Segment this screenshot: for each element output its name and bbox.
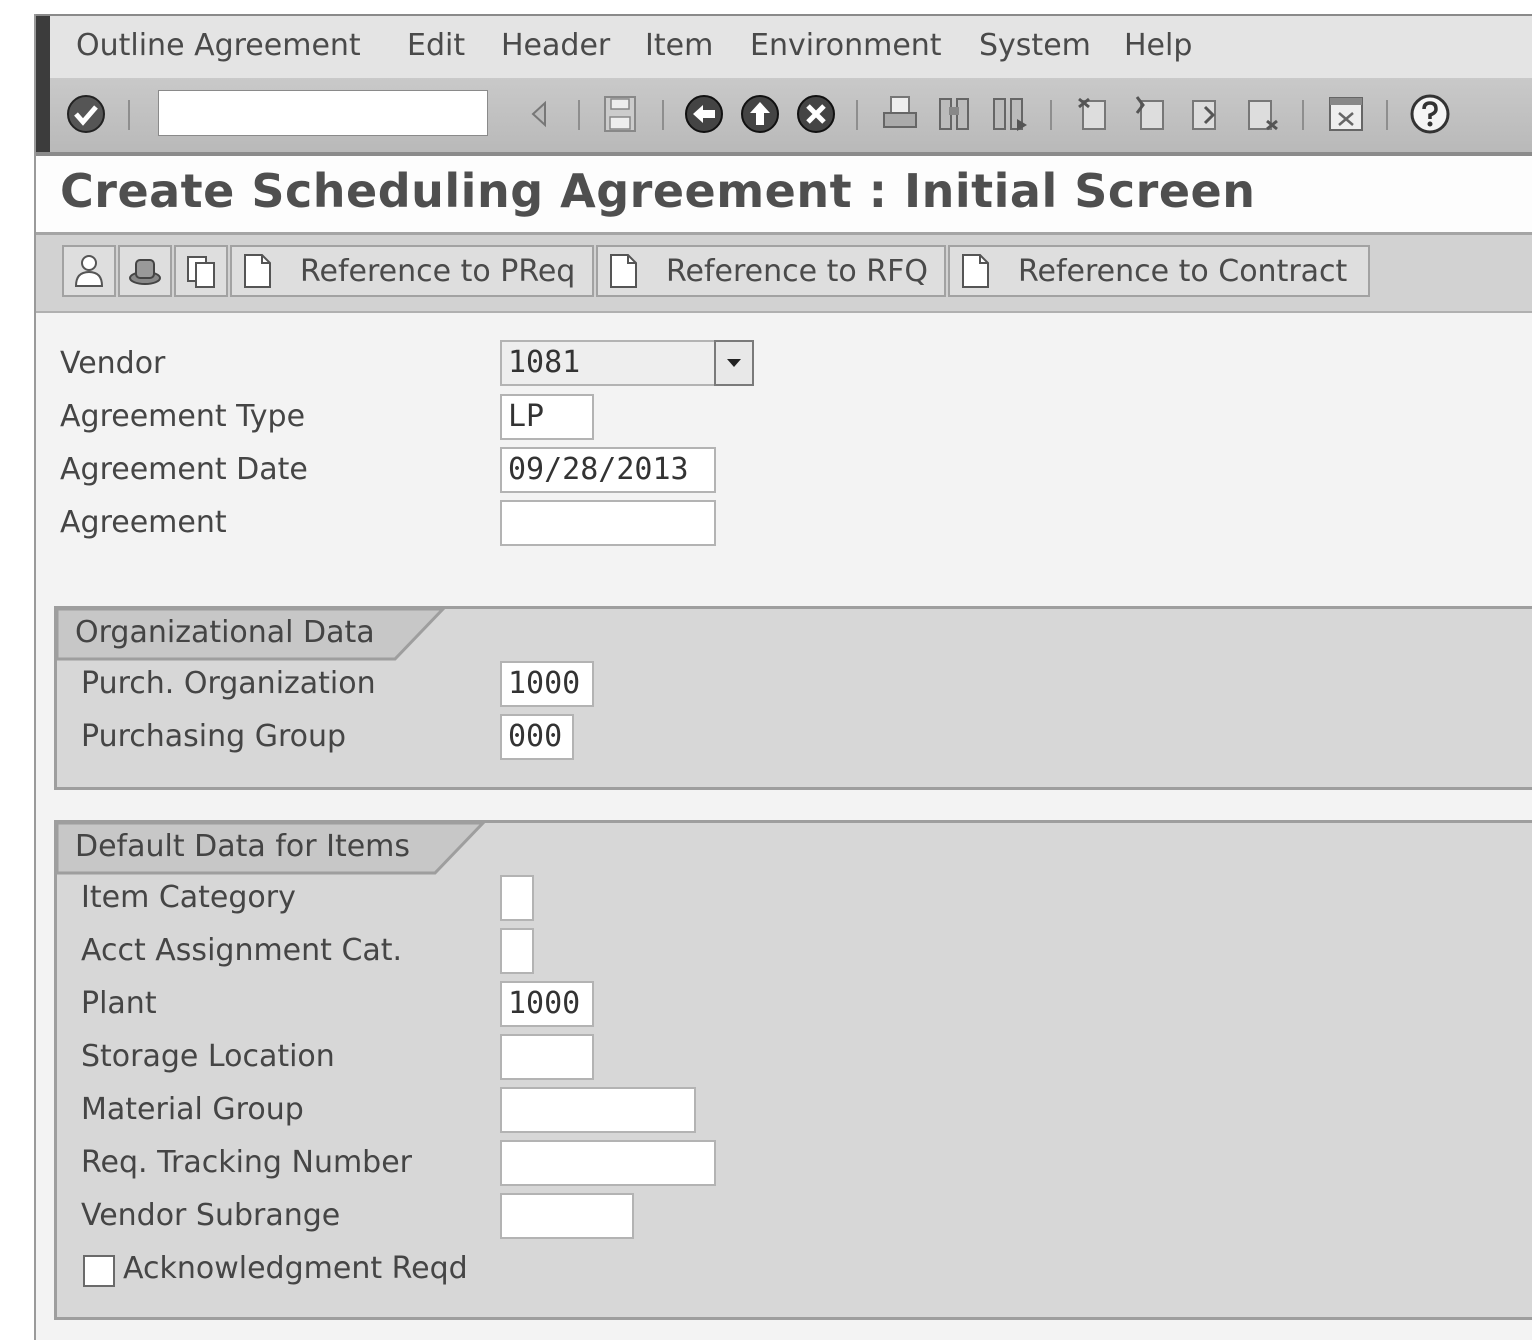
vendor-label: Vendor xyxy=(60,346,166,381)
toolbar-grip xyxy=(36,78,50,152)
copy-button[interactable] xyxy=(174,245,228,297)
copy-icon xyxy=(187,256,215,288)
purch-group-label: Purchasing Group xyxy=(81,719,347,754)
exit-icon[interactable] xyxy=(738,92,782,136)
menu-grip xyxy=(36,16,50,78)
menu-edit[interactable]: Edit xyxy=(407,28,465,63)
application-toolbar: Reference to PReq Reference to RFQ Refer… xyxy=(36,235,1532,313)
toolbar-separator xyxy=(1386,100,1388,130)
standard-toolbar xyxy=(36,78,1532,156)
layout-icon[interactable] xyxy=(1324,92,1368,136)
vendor-dropdown-button[interactable] xyxy=(714,340,754,386)
agreement-date-label: Agreement Date xyxy=(60,452,308,487)
back-icon[interactable] xyxy=(682,92,726,136)
find-next-icon[interactable] xyxy=(988,92,1032,136)
vendor-subrange-label: Vendor Subrange xyxy=(81,1198,341,1233)
acknowledgment-label: Acknowledgment Reqd xyxy=(123,1251,468,1286)
person-icon xyxy=(74,255,104,287)
person-button[interactable] xyxy=(62,245,116,297)
toolbar-separator xyxy=(662,100,664,130)
toolbar-separator xyxy=(578,100,580,130)
agreement-label: Agreement xyxy=(60,505,227,540)
title-bar: Create Scheduling Agreement : Initial Sc… xyxy=(36,156,1532,235)
default-data-title: Default Data for Items xyxy=(75,829,411,864)
back-small-icon[interactable] xyxy=(518,92,562,136)
sap-window: Outline Agreement Edit Header Item Envir… xyxy=(34,14,1532,1340)
storage-location-field[interactable] xyxy=(500,1034,594,1080)
chevron-down-icon xyxy=(727,359,741,367)
default-data-group: Default Data for Items Item Category Acc… xyxy=(54,820,1532,1320)
req-tracking-field[interactable] xyxy=(500,1140,716,1186)
reference-to-contract-label: Reference to Contract xyxy=(1018,253,1348,289)
reference-to-rfq-label: Reference to RFQ xyxy=(666,253,928,289)
organizational-data-group: Organizational Data Purch. Organization … xyxy=(54,606,1532,790)
material-group-label: Material Group xyxy=(81,1092,304,1127)
page-title: Create Scheduling Agreement : Initial Sc… xyxy=(60,164,1256,218)
reference-to-rfq-button[interactable]: Reference to RFQ xyxy=(596,245,946,297)
plant-field[interactable]: 1000 xyxy=(500,981,594,1027)
plant-label: Plant xyxy=(81,986,157,1021)
next-page-icon[interactable] xyxy=(1184,92,1228,136)
acct-assignment-field[interactable] xyxy=(500,928,534,974)
hat-button[interactable] xyxy=(118,245,172,297)
reference-to-preq-button[interactable]: Reference to PReq xyxy=(230,245,594,297)
acct-assignment-label: Acct Assignment Cat. xyxy=(81,933,403,968)
agreement-type-label: Agreement Type xyxy=(60,399,306,434)
previous-page-icon[interactable] xyxy=(1128,92,1172,136)
last-page-icon[interactable] xyxy=(1240,92,1284,136)
command-field[interactable] xyxy=(158,90,488,136)
menu-outline-agreement[interactable]: Outline Agreement xyxy=(76,28,361,63)
menu-bar: Outline Agreement Edit Header Item Envir… xyxy=(36,14,1532,78)
purch-org-field[interactable]: 1000 xyxy=(500,661,594,707)
menu-item[interactable]: Item xyxy=(645,28,713,63)
cancel-icon[interactable] xyxy=(794,92,838,136)
first-page-icon[interactable] xyxy=(1072,92,1116,136)
help-icon[interactable] xyxy=(1408,92,1452,136)
menu-help[interactable]: Help xyxy=(1124,28,1192,63)
toolbar-separator xyxy=(1050,100,1052,130)
purch-group-field[interactable]: 000 xyxy=(500,714,574,760)
acknowledgment-checkbox[interactable] xyxy=(83,1255,115,1287)
document-icon xyxy=(962,254,989,288)
toolbar-separator xyxy=(128,100,130,130)
vendor-subrange-field[interactable] xyxy=(500,1193,634,1239)
menu-environment[interactable]: Environment xyxy=(750,28,942,63)
purch-org-label: Purch. Organization xyxy=(81,666,376,701)
agreement-type-field[interactable]: LP xyxy=(500,394,594,440)
material-group-field[interactable] xyxy=(500,1087,696,1133)
find-icon[interactable] xyxy=(932,92,976,136)
menu-system[interactable]: System xyxy=(979,28,1091,63)
item-category-label: Item Category xyxy=(81,880,296,915)
vendor-field[interactable]: 1081 xyxy=(500,340,716,386)
document-icon xyxy=(244,254,271,288)
agreement-date-field[interactable]: 09/28/2013 xyxy=(500,447,716,493)
hat-icon xyxy=(129,259,161,285)
toolbar-separator xyxy=(856,100,858,130)
menu-header[interactable]: Header xyxy=(501,28,610,63)
organizational-data-title: Organizational Data xyxy=(75,615,375,650)
enter-icon[interactable] xyxy=(64,92,108,136)
reference-to-preq-label: Reference to PReq xyxy=(300,253,576,289)
print-icon[interactable] xyxy=(878,92,922,136)
agreement-field[interactable] xyxy=(500,500,716,546)
reference-to-contract-button[interactable]: Reference to Contract xyxy=(948,245,1370,297)
item-category-field[interactable] xyxy=(500,875,534,921)
toolbar-separator xyxy=(1302,100,1304,130)
document-icon xyxy=(610,254,637,288)
save-icon[interactable] xyxy=(598,92,642,136)
storage-location-label: Storage Location xyxy=(81,1039,335,1074)
req-tracking-label: Req. Tracking Number xyxy=(81,1145,413,1180)
